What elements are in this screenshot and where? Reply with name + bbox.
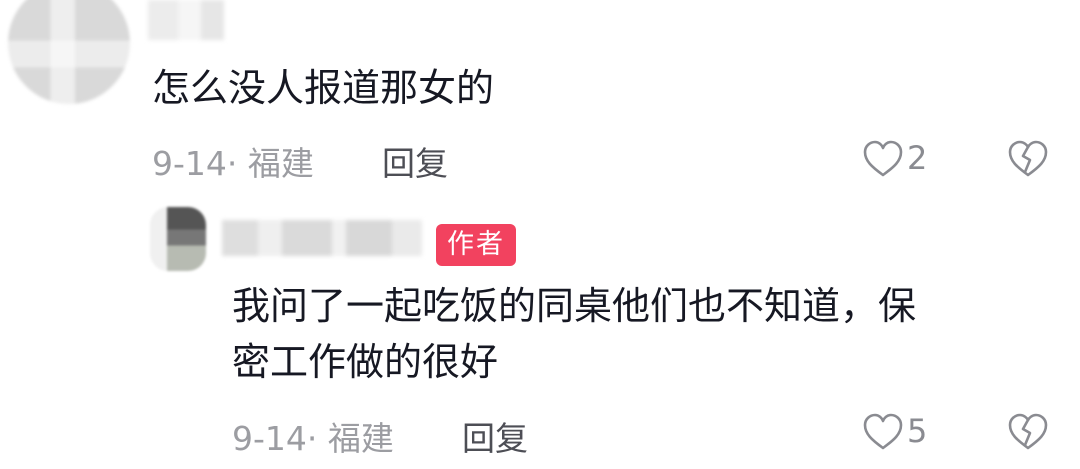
reply-text-line-1: 我问了一起吃饭的同桌他们也不知道，保 bbox=[232, 284, 917, 328]
reply-date: 9-14· bbox=[232, 419, 318, 458]
reply-meta: 9-14· 福建 bbox=[232, 412, 394, 460]
author-badge: 作者 bbox=[436, 224, 516, 266]
reply-button[interactable]: 回复 bbox=[462, 412, 528, 460]
comment-location: 福建 bbox=[247, 144, 314, 183]
comment-date: 9-14· bbox=[152, 144, 238, 183]
heart-outline-icon[interactable] bbox=[862, 139, 904, 179]
like-count: 2 bbox=[907, 139, 928, 177]
commenter-avatar[interactable] bbox=[8, 0, 130, 104]
reply-location: 福建 bbox=[327, 419, 394, 458]
commenter-name-blurred[interactable] bbox=[148, 0, 224, 40]
author-avatar[interactable] bbox=[150, 207, 206, 271]
like-count: 5 bbox=[907, 412, 928, 450]
comment-text: 怎么没人报道那女的 bbox=[152, 66, 495, 110]
comment-meta: 9-14· 福建 bbox=[152, 137, 314, 185]
heart-outline-icon[interactable] bbox=[862, 412, 904, 452]
broken-heart-icon[interactable] bbox=[1006, 139, 1050, 179]
broken-heart-icon[interactable] bbox=[1006, 412, 1050, 452]
author-name-blurred[interactable] bbox=[222, 220, 422, 256]
reply-text-line-2: 密工作做的很好 bbox=[232, 340, 499, 384]
reply-button[interactable]: 回复 bbox=[382, 137, 448, 185]
